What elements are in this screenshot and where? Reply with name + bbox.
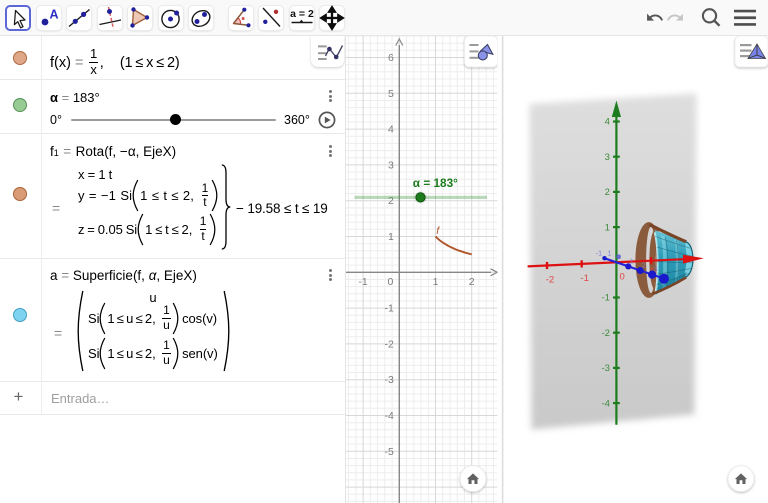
svg-text:-3: -3 — [601, 363, 609, 374]
svg-text:1: 1 — [388, 231, 394, 243]
svg-text:-1: -1 — [596, 249, 603, 258]
svg-text:-2: -2 — [601, 328, 609, 339]
svg-text:3: 3 — [654, 267, 658, 274]
svg-text:1: 1 — [607, 248, 611, 257]
svg-text:3: 3 — [605, 152, 610, 163]
svg-text:1: 1 — [630, 258, 634, 265]
svg-text:-4: -4 — [601, 398, 609, 409]
svg-text:2: 2 — [642, 263, 646, 270]
svg-text:4: 4 — [605, 117, 610, 128]
svg-text:-2: -2 — [384, 338, 393, 350]
svg-text:a = 2: a = 2 — [290, 8, 314, 20]
svg-text:4: 4 — [388, 124, 394, 136]
svg-text:A: A — [49, 7, 58, 21]
svg-text:0: 0 — [387, 276, 393, 288]
svg-text:α = 183°: α = 183° — [413, 176, 458, 190]
svg-text:-1: -1 — [384, 303, 393, 315]
svg-text:-2: -2 — [546, 275, 554, 286]
svg-text:5: 5 — [388, 88, 394, 100]
svg-text:-4: -4 — [384, 410, 393, 422]
svg-text:3: 3 — [388, 159, 394, 171]
svg-text:-1: -1 — [601, 293, 609, 304]
svg-text:-1: -1 — [358, 276, 367, 288]
svg-text:2: 2 — [605, 187, 610, 198]
svg-text:0: 0 — [620, 272, 625, 283]
svg-text:-3: -3 — [384, 374, 393, 386]
svg-text:2: 2 — [469, 276, 475, 288]
svg-text:1: 1 — [433, 276, 439, 288]
svg-text:1: 1 — [605, 222, 610, 233]
svg-text:6: 6 — [388, 52, 394, 64]
svg-text:-5: -5 — [384, 446, 393, 458]
svg-text:-1: -1 — [580, 273, 588, 284]
